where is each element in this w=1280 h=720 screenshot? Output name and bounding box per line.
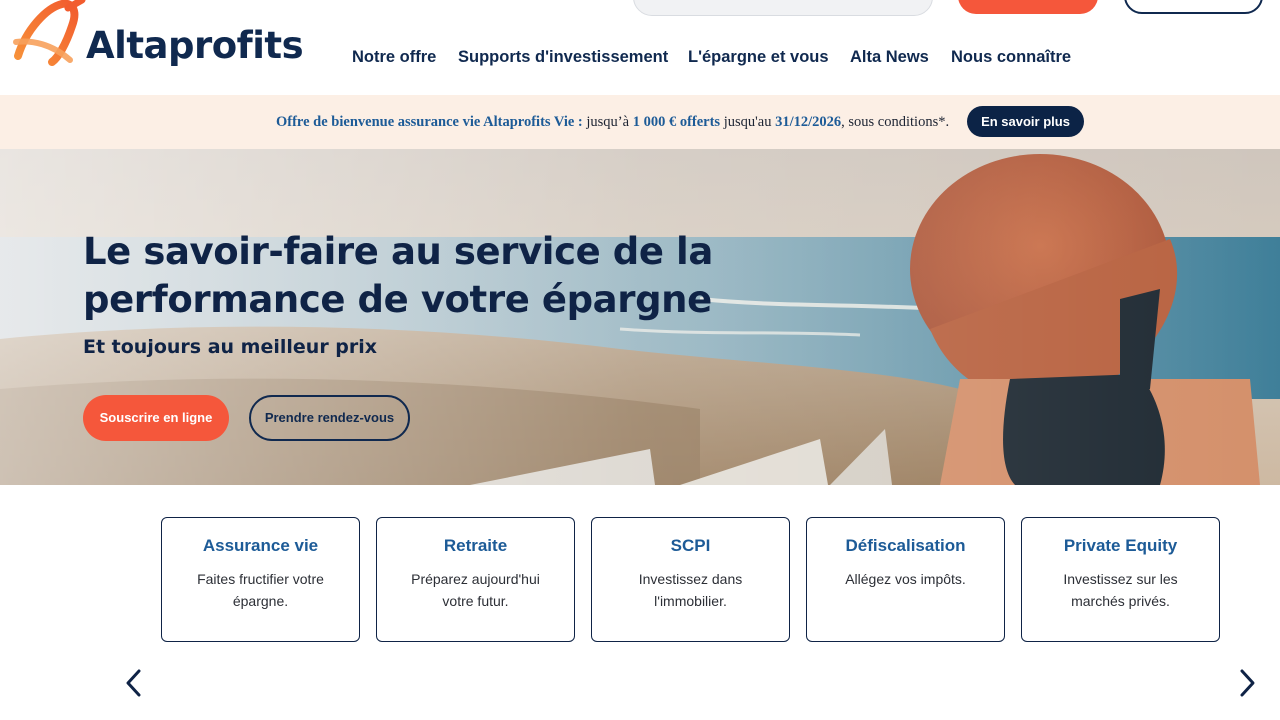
site-header: Altaprofits Notre offre Supports d'inves… — [0, 0, 1280, 95]
hero-title-line-2: performance de votre épargne — [83, 278, 712, 321]
chevron-left-icon[interactable] — [123, 668, 145, 698]
promo-text-1: jusqu’à — [582, 114, 633, 130]
book-appointment-button[interactable]: Prendre rendez-vous — [249, 395, 410, 441]
hero-title: Le savoir-faire au service de la perform… — [83, 228, 713, 324]
card-title: Private Equity — [1063, 536, 1178, 555]
nav-item-alta-news[interactable]: Alta News — [850, 48, 929, 67]
card-scpi[interactable]: SCPI Investissez dans l'immobilier. — [591, 517, 790, 642]
chevron-right-icon[interactable] — [1236, 668, 1258, 698]
card-description: Faites fructifier votre épargne. — [197, 571, 324, 609]
nav-item-nous-connaitre[interactable]: Nous connaître — [951, 48, 1071, 67]
nav-item-epargne[interactable]: L'épargne et vous — [688, 48, 829, 67]
promo-amount: 1 000 € offerts — [632, 114, 721, 130]
card-assurance-vie[interactable]: Assurance vie Faites fructifier votre ép… — [161, 517, 360, 642]
nav-item-supports[interactable]: Supports d'investissement — [458, 48, 668, 67]
card-description: Investissez sur les marchés privés. — [1063, 571, 1178, 609]
hero-title-line-1: Le savoir-faire au service de la — [83, 230, 713, 273]
header-account-button[interactable] — [1124, 0, 1263, 14]
card-defiscalisation[interactable]: Défiscalisation Allégez vos impôts. — [806, 517, 1005, 642]
card-description: Préparez aujourd'hui votre futur. — [411, 571, 540, 609]
card-title: Retraite — [443, 536, 508, 555]
subscribe-online-button[interactable]: Souscrire en ligne — [83, 395, 229, 441]
header-cta-button[interactable] — [958, 0, 1098, 14]
hero-banner: Le savoir-faire au service de la perform… — [0, 149, 1280, 485]
promo-banner: Offre de bienvenue assurance vie Altapro… — [0, 95, 1280, 149]
card-private-equity[interactable]: Private Equity Investissez sur les march… — [1021, 517, 1220, 642]
hero-subtitle: Et toujours au meilleur prix — [83, 336, 378, 358]
brand-name: Altaprofits — [86, 24, 304, 67]
promo-lead: Offre de bienvenue assurance vie Altapro… — [276, 114, 583, 130]
search-bar[interactable] — [633, 0, 933, 16]
card-title: Assurance vie — [202, 536, 319, 555]
card-description: Allégez vos impôts. — [845, 571, 966, 587]
promo-text: Offre de bienvenue assurance vie Altapro… — [276, 114, 949, 131]
promo-date: 31/12/2026 — [775, 114, 842, 130]
card-description: Investissez dans l'immobilier. — [638, 571, 743, 609]
promo-text-2: jusqu'au — [720, 114, 776, 130]
card-title: SCPI — [670, 536, 711, 555]
card-title: Défiscalisation — [845, 536, 966, 555]
promo-learn-more-button[interactable]: En savoir plus — [967, 106, 1084, 137]
promo-text-3: , sous conditions*. — [841, 114, 950, 130]
card-retraite[interactable]: Retraite Préparez aujourd'hui votre futu… — [376, 517, 575, 642]
nav-item-notre-offre[interactable]: Notre offre — [352, 48, 436, 67]
